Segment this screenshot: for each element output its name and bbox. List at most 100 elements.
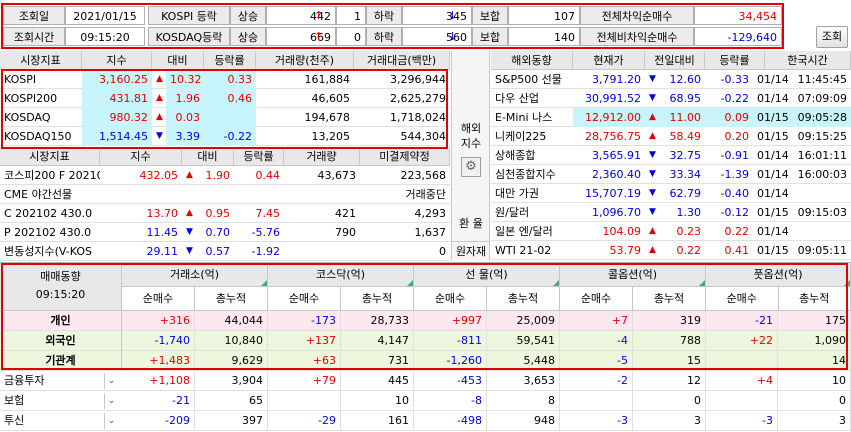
cumulative-value: 44,044 <box>195 311 268 331</box>
investor-name: 보험 <box>0 391 104 411</box>
world-diff: 0.22 <box>659 241 705 260</box>
net-buy-value <box>560 391 633 411</box>
futures-rate: 0.44 <box>234 166 284 185</box>
gear-icon[interactable]: ⚙ <box>461 157 481 177</box>
net-buy-value <box>706 351 778 371</box>
futures-value: 11.45 <box>100 223 182 242</box>
kosdaq-flat: 140 <box>508 27 580 46</box>
cumulative-value: 10 <box>341 391 414 411</box>
net-buy-value: +79 <box>268 371 341 391</box>
trading-trend-table: 매매동향 09:15:20 거래소(억)순매수총누적코스닥(억)순매수총누적선 … <box>0 262 851 431</box>
chevron-down-icon[interactable]: ⌄ <box>104 373 118 389</box>
index-volume: 194,678 <box>256 108 354 127</box>
net-buy-value: -3 <box>560 411 633 431</box>
world-time: 07:09:09 <box>791 89 851 108</box>
futures-diff: 0.70 <box>196 223 234 242</box>
world-date: 01/15 <box>753 203 793 222</box>
net-buy-value: +1,483 <box>122 351 195 371</box>
world-diff: 0.23 <box>659 222 705 241</box>
world-price: 28,756.75 <box>573 127 645 146</box>
world-name: 대만 가권 <box>491 184 573 203</box>
cumulative-value: 28,733 <box>341 311 414 331</box>
world-diff: 32.75 <box>659 146 705 165</box>
cumulative-header: 총누적 <box>487 287 560 311</box>
futures-oi: 1,637 <box>360 223 450 242</box>
futures-name: P 202102 430.0 <box>0 223 100 242</box>
index-value: 3,160.25 <box>82 70 152 89</box>
world-price: 53.79 <box>573 241 645 260</box>
net-buy-value: -1,740 <box>122 331 195 351</box>
net-buy-value: +7 <box>560 311 633 331</box>
index-value: 431.81 <box>82 89 152 108</box>
futures-volume <box>284 242 360 261</box>
cumulative-header: 총누적 <box>779 287 851 311</box>
trading-group-header: 풋옵션(억) <box>706 263 851 287</box>
trading-group-header: 코스닥(억) <box>268 263 414 287</box>
futures-diff: 0.57 <box>196 242 234 261</box>
world-name: 원/달러 <box>491 203 573 222</box>
futures-volume: 43,673 <box>284 166 360 185</box>
futures-rate: -5.76 <box>234 223 284 242</box>
world-diff: 33.34 <box>659 165 705 184</box>
net-buy-value: +316 <box>122 311 195 331</box>
cumulative-value: 10,840 <box>195 331 268 351</box>
tab-fx[interactable]: 환 율 <box>452 214 490 233</box>
world-rate: -0.40 <box>705 184 753 203</box>
world-price: 12,912.00 <box>573 108 645 127</box>
investor-name: 기관계 <box>0 351 122 371</box>
net-buy-value: -4 <box>560 331 633 351</box>
index-diff: 10.32 <box>166 70 204 89</box>
world-rate: 0.09 <box>705 108 753 127</box>
cumulative-value: 9,629 <box>195 351 268 371</box>
date-label: 조회일 <box>3 6 65 25</box>
futures-value: 29.11 <box>100 242 182 261</box>
net-buy-value: -453 <box>414 371 487 391</box>
world-price: 15,707.19 <box>573 184 645 203</box>
down-arrow-icon: ↓ <box>444 6 464 25</box>
index-column-header: 대비 <box>152 51 204 70</box>
cumulative-value: 319 <box>633 311 706 331</box>
world-rate: -1.39 <box>705 165 753 184</box>
world-price: 30,991.52 <box>573 89 645 108</box>
side-tabs: 해외 지수 ⚙ 환 율 원자재 <box>451 51 490 260</box>
world-name: 다우 산업 <box>491 89 573 108</box>
chevron-down-icon[interactable]: ⌄ <box>104 393 118 409</box>
world-price: 104.09 <box>573 222 645 241</box>
investor-name: 개인 <box>0 311 122 331</box>
world-time: 09:15:03 <box>791 203 851 222</box>
cumulative-value: 3 <box>778 411 851 431</box>
index-amount: 1,718,024 <box>354 108 450 127</box>
net-buy-value: -3 <box>706 411 778 431</box>
investor-name: 외국인 <box>0 331 122 351</box>
index-rate: 0.46 <box>204 89 256 108</box>
world-rate: 0.20 <box>705 127 753 146</box>
net-buy-header: 순매수 <box>268 287 341 311</box>
investor-name: 투신 <box>0 411 104 431</box>
index-diff: 0.03 <box>166 108 204 127</box>
futures-diff <box>196 185 234 204</box>
query-button[interactable]: 조회 <box>816 26 848 48</box>
world-time: 16:01:11 <box>791 146 851 165</box>
chevron-down-icon[interactable]: ⌄ <box>104 413 118 429</box>
futures-rate: 7.45 <box>234 204 284 223</box>
sort-marker-icon <box>699 280 705 286</box>
net-buy-value <box>706 391 778 411</box>
date-field[interactable]: 2021/01/15 <box>65 6 145 25</box>
futures-value: 13.70 <box>100 204 182 223</box>
fall-label: 하락 <box>366 27 402 46</box>
fall-label: 하락 <box>366 6 402 25</box>
trading-time: 09:15:20 <box>0 286 121 304</box>
cumulative-value: 175 <box>778 311 851 331</box>
net-buy-value: -173 <box>268 311 341 331</box>
net-buy-value: +1,108 <box>122 371 195 391</box>
index-value: 980.32 <box>82 108 152 127</box>
index-name: KOSDAQ150 <box>0 127 82 146</box>
trading-group-header: 선 물(억) <box>414 263 560 287</box>
tab-overseas-index[interactable]: 해외 지수 <box>452 121 490 151</box>
world-price: 3,791.20 <box>573 70 645 89</box>
net-buy-header: 순매수 <box>706 287 779 311</box>
index-column-header: 거래대금(백만) <box>354 51 450 70</box>
tab-raw-materials[interactable]: 원자재 <box>452 241 490 261</box>
cumulative-value: 3,904 <box>195 371 268 391</box>
world-rate: 0.22 <box>705 222 753 241</box>
